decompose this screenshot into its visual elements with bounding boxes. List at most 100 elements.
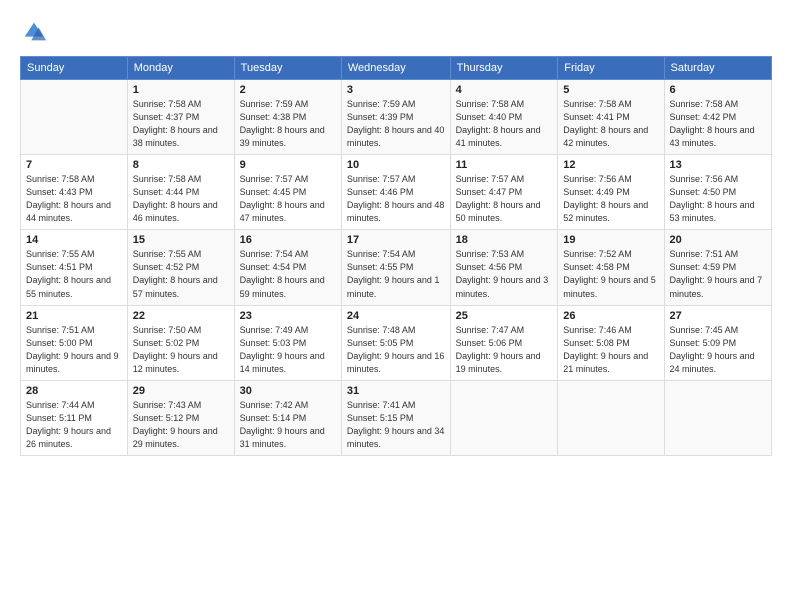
- day-detail: Sunrise: 7:46 AMSunset: 5:08 PMDaylight:…: [563, 324, 658, 376]
- day-cell: 24 Sunrise: 7:48 AMSunset: 5:05 PMDayligh…: [341, 305, 450, 380]
- day-number: 29: [133, 385, 229, 397]
- day-number: 9: [240, 159, 336, 171]
- day-cell: 18 Sunrise: 7:53 AMSunset: 4:56 PMDayligh…: [450, 230, 558, 305]
- day-cell: 17 Sunrise: 7:54 AMSunset: 4:55 PMDayligh…: [341, 230, 450, 305]
- day-detail: Sunrise: 7:45 AMSunset: 5:09 PMDaylight:…: [670, 324, 766, 376]
- header: [20, 18, 772, 46]
- calendar-page: SundayMondayTuesdayWednesdayThursdayFrid…: [0, 0, 792, 612]
- days-header-row: SundayMondayTuesdayWednesdayThursdayFrid…: [21, 57, 772, 80]
- day-cell: 14 Sunrise: 7:55 AMSunset: 4:51 PMDayligh…: [21, 230, 128, 305]
- day-number: 23: [240, 310, 336, 322]
- day-number: 28: [26, 385, 122, 397]
- day-detail: Sunrise: 7:58 AMSunset: 4:43 PMDaylight:…: [26, 173, 122, 225]
- day-header-saturday: Saturday: [664, 57, 771, 80]
- day-detail: Sunrise: 7:54 AMSunset: 4:55 PMDaylight:…: [347, 248, 445, 300]
- day-detail: Sunrise: 7:52 AMSunset: 4:58 PMDaylight:…: [563, 248, 658, 300]
- logo-icon: [20, 18, 48, 46]
- day-cell: 29 Sunrise: 7:43 AMSunset: 5:12 PMDayligh…: [127, 380, 234, 455]
- day-cell: 10 Sunrise: 7:57 AMSunset: 4:46 PMDayligh…: [341, 155, 450, 230]
- day-detail: Sunrise: 7:47 AMSunset: 5:06 PMDaylight:…: [456, 324, 553, 376]
- day-cell: 30 Sunrise: 7:42 AMSunset: 5:14 PMDayligh…: [234, 380, 341, 455]
- day-detail: Sunrise: 7:57 AMSunset: 4:46 PMDaylight:…: [347, 173, 445, 225]
- day-header-tuesday: Tuesday: [234, 57, 341, 80]
- day-number: 24: [347, 310, 445, 322]
- day-header-wednesday: Wednesday: [341, 57, 450, 80]
- logo: [20, 18, 52, 46]
- day-number: 27: [670, 310, 766, 322]
- day-cell: 11 Sunrise: 7:57 AMSunset: 4:47 PMDayligh…: [450, 155, 558, 230]
- day-number: 18: [456, 234, 553, 246]
- day-detail: Sunrise: 7:54 AMSunset: 4:54 PMDaylight:…: [240, 248, 336, 300]
- day-cell: 26Sunrise: 7:46 AMSunset: 5:08 PMDayligh…: [558, 305, 664, 380]
- day-header-monday: Monday: [127, 57, 234, 80]
- day-detail: Sunrise: 7:41 AMSunset: 5:15 PMDaylight:…: [347, 399, 445, 451]
- day-cell: 3 Sunrise: 7:59 AMSunset: 4:39 PMDaylight…: [341, 80, 450, 155]
- day-cell: 5 Sunrise: 7:58 AMSunset: 4:41 PMDaylight…: [558, 80, 664, 155]
- day-cell: [450, 380, 558, 455]
- day-cell: 8 Sunrise: 7:58 AMSunset: 4:44 PMDaylight…: [127, 155, 234, 230]
- day-detail: Sunrise: 7:49 AMSunset: 5:03 PMDaylight:…: [240, 324, 336, 376]
- day-detail: Sunrise: 7:57 AMSunset: 4:45 PMDaylight:…: [240, 173, 336, 225]
- day-number: 6: [670, 84, 766, 96]
- day-header-sunday: Sunday: [21, 57, 128, 80]
- day-cell: 7 Sunrise: 7:58 AMSunset: 4:43 PMDaylight…: [21, 155, 128, 230]
- week-row-2: 7 Sunrise: 7:58 AMSunset: 4:43 PMDaylight…: [21, 155, 772, 230]
- day-cell: 16 Sunrise: 7:54 AMSunset: 4:54 PMDayligh…: [234, 230, 341, 305]
- day-cell: 1 Sunrise: 7:58 AMSunset: 4:37 PMDaylight…: [127, 80, 234, 155]
- day-cell: 23 Sunrise: 7:49 AMSunset: 5:03 PMDayligh…: [234, 305, 341, 380]
- day-detail: Sunrise: 7:58 AMSunset: 4:37 PMDaylight:…: [133, 98, 229, 150]
- day-number: 15: [133, 234, 229, 246]
- calendar-table: SundayMondayTuesdayWednesdayThursdayFrid…: [20, 56, 772, 456]
- day-detail: Sunrise: 7:53 AMSunset: 4:56 PMDaylight:…: [456, 248, 553, 300]
- day-number: 5: [563, 84, 658, 96]
- day-detail: Sunrise: 7:42 AMSunset: 5:14 PMDaylight:…: [240, 399, 336, 451]
- day-cell: 12Sunrise: 7:56 AMSunset: 4:49 PMDayligh…: [558, 155, 664, 230]
- day-cell: 13 Sunrise: 7:56 AMSunset: 4:50 PMDayligh…: [664, 155, 771, 230]
- day-cell: 6Sunrise: 7:58 AMSunset: 4:42 PMDaylight…: [664, 80, 771, 155]
- day-number: 1: [133, 84, 229, 96]
- day-detail: Sunrise: 7:43 AMSunset: 5:12 PMDaylight:…: [133, 399, 229, 451]
- day-detail: Sunrise: 7:55 AMSunset: 4:52 PMDaylight:…: [133, 248, 229, 300]
- day-detail: Sunrise: 7:57 AMSunset: 4:47 PMDaylight:…: [456, 173, 553, 225]
- day-cell: 20Sunrise: 7:51 AMSunset: 4:59 PMDayligh…: [664, 230, 771, 305]
- day-cell: 21Sunrise: 7:51 AMSunset: 5:00 PMDayligh…: [21, 305, 128, 380]
- day-number: 14: [26, 234, 122, 246]
- day-detail: Sunrise: 7:58 AMSunset: 4:41 PMDaylight:…: [563, 98, 658, 150]
- day-number: 8: [133, 159, 229, 171]
- day-cell: [21, 80, 128, 155]
- week-row-3: 14 Sunrise: 7:55 AMSunset: 4:51 PMDayligh…: [21, 230, 772, 305]
- day-detail: Sunrise: 7:59 AMSunset: 4:38 PMDaylight:…: [240, 98, 336, 150]
- day-detail: Sunrise: 7:59 AMSunset: 4:39 PMDaylight:…: [347, 98, 445, 150]
- day-cell: 22Sunrise: 7:50 AMSunset: 5:02 PMDayligh…: [127, 305, 234, 380]
- day-detail: Sunrise: 7:50 AMSunset: 5:02 PMDaylight:…: [133, 324, 229, 376]
- day-number: 2: [240, 84, 336, 96]
- day-detail: Sunrise: 7:48 AMSunset: 5:05 PMDaylight:…: [347, 324, 445, 376]
- day-cell: 31Sunrise: 7:41 AMSunset: 5:15 PMDayligh…: [341, 380, 450, 455]
- day-cell: 9 Sunrise: 7:57 AMSunset: 4:45 PMDaylight…: [234, 155, 341, 230]
- week-row-1: 1 Sunrise: 7:58 AMSunset: 4:37 PMDaylight…: [21, 80, 772, 155]
- week-row-5: 28 Sunrise: 7:44 AMSunset: 5:11 PMDayligh…: [21, 380, 772, 455]
- day-number: 3: [347, 84, 445, 96]
- day-detail: Sunrise: 7:44 AMSunset: 5:11 PMDaylight:…: [26, 399, 122, 451]
- day-number: 30: [240, 385, 336, 397]
- day-detail: Sunrise: 7:55 AMSunset: 4:51 PMDaylight:…: [26, 248, 122, 300]
- day-cell: 19Sunrise: 7:52 AMSunset: 4:58 PMDayligh…: [558, 230, 664, 305]
- day-number: 11: [456, 159, 553, 171]
- day-number: 13: [670, 159, 766, 171]
- day-cell: 28 Sunrise: 7:44 AMSunset: 5:11 PMDayligh…: [21, 380, 128, 455]
- day-detail: Sunrise: 7:56 AMSunset: 4:50 PMDaylight:…: [670, 173, 766, 225]
- day-header-thursday: Thursday: [450, 57, 558, 80]
- day-number: 20: [670, 234, 766, 246]
- day-number: 12: [563, 159, 658, 171]
- day-detail: Sunrise: 7:58 AMSunset: 4:44 PMDaylight:…: [133, 173, 229, 225]
- day-cell: [558, 380, 664, 455]
- day-number: 7: [26, 159, 122, 171]
- day-number: 16: [240, 234, 336, 246]
- day-cell: [664, 380, 771, 455]
- day-detail: Sunrise: 7:51 AMSunset: 5:00 PMDaylight:…: [26, 324, 122, 376]
- day-number: 10: [347, 159, 445, 171]
- day-cell: 27 Sunrise: 7:45 AMSunset: 5:09 PMDayligh…: [664, 305, 771, 380]
- day-cell: 15 Sunrise: 7:55 AMSunset: 4:52 PMDayligh…: [127, 230, 234, 305]
- day-cell: 25Sunrise: 7:47 AMSunset: 5:06 PMDayligh…: [450, 305, 558, 380]
- day-number: 17: [347, 234, 445, 246]
